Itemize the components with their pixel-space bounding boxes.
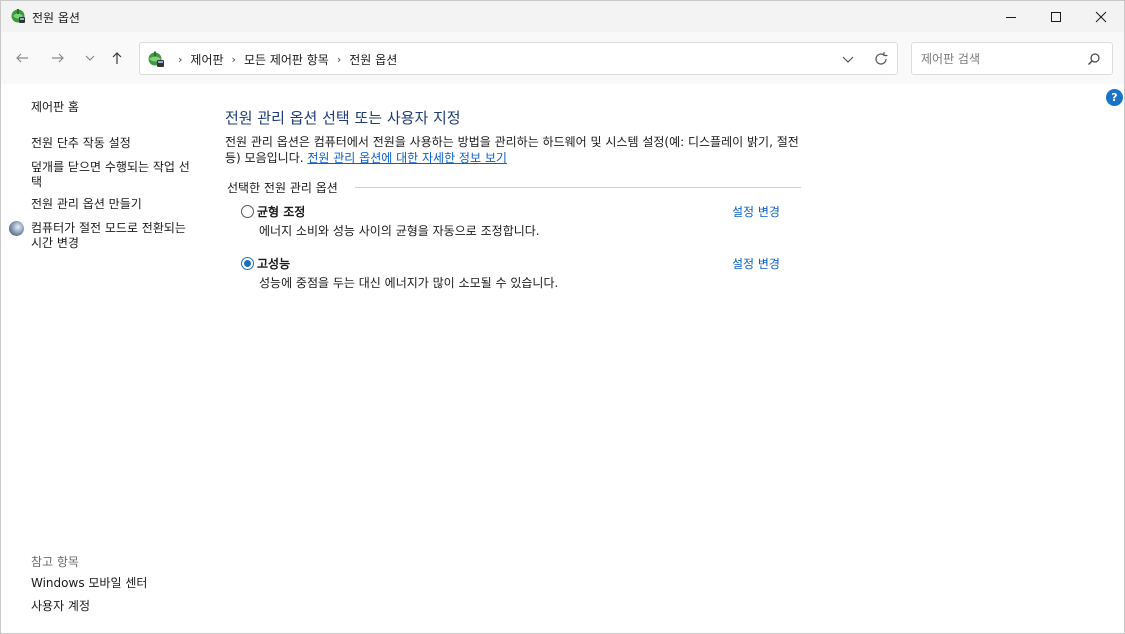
plan-name[interactable]: 고성능: [257, 255, 290, 272]
arrow-right-icon: [52, 53, 64, 63]
breadcrumb-item-control-panel[interactable]: 제어판: [190, 51, 223, 68]
search-icon[interactable]: [1087, 52, 1101, 66]
mobility-center-link[interactable]: Windows 모바일 센터: [31, 576, 147, 591]
power-options-icon: [11, 9, 25, 23]
breadcrumb-separator[interactable]: ›: [337, 53, 341, 66]
chevron-down-icon[interactable]: [840, 51, 856, 67]
minimize-button[interactable]: [988, 1, 1034, 32]
plan-description: 성능에 중점을 두는 대신 에너지가 많이 소모될 수 있습니다.: [259, 276, 559, 290]
plan-high-performance: 고성능 성능에 중점을 두는 대신 에너지가 많이 소모될 수 있습니다. 설정…: [239, 254, 799, 294]
learn-more-link[interactable]: 전원 관리 옵션에 대한 자세한 정보 보기: [307, 151, 507, 165]
arrow-left-icon: [16, 53, 28, 63]
close-button[interactable]: [1078, 1, 1124, 32]
section-divider: [355, 187, 801, 188]
title-bar: 전원 옵션: [1, 1, 1124, 32]
plan-name[interactable]: 균형 조정: [257, 203, 305, 220]
plan-high-performance-change-settings-link[interactable]: 설정 변경: [732, 255, 780, 272]
page-description: 전원 관리 옵션은 컴퓨터에서 전원을 사용하는 방법을 관리하는 하드웨어 및…: [225, 134, 805, 166]
plan-description: 에너지 소비와 성능 사이의 균형을 자동으로 조정합니다.: [259, 224, 540, 238]
power-button-settings-link[interactable]: 전원 단추 작동 설정: [31, 136, 131, 151]
page-title: 전원 관리 옵션 선택 또는 사용자 지정: [225, 109, 461, 127]
chevron-down-icon: [85, 55, 95, 61]
back-button[interactable]: [11, 47, 33, 69]
plan-balanced-radio[interactable]: [241, 205, 254, 218]
breadcrumb-separator: ›: [178, 53, 183, 66]
navigation-bar: › 제어판 › 모든 제어판 항목 › 전원 옵션: [1, 32, 1124, 84]
close-icon: [1095, 11, 1107, 22]
lid-close-action-link[interactable]: 덮개를 닫으면 수행되는 작업 선택: [31, 160, 196, 190]
sleep-moon-icon: [9, 221, 24, 236]
plan-balanced-change-settings-link[interactable]: 설정 변경: [732, 203, 780, 220]
breadcrumb-item-power-options[interactable]: 전원 옵션: [349, 51, 397, 68]
window-title: 전원 옵션: [32, 11, 80, 25]
address-bar[interactable]: › 제어판 › 모든 제어판 항목 › 전원 옵션: [139, 42, 898, 75]
selected-plan-section: 선택한 전원 관리 옵션: [227, 179, 801, 196]
recent-locations-button[interactable]: [79, 47, 101, 69]
help-icon[interactable]: ?: [1106, 89, 1123, 106]
control-panel-home-link[interactable]: 제어판 홈: [31, 100, 79, 115]
up-button[interactable]: [106, 47, 128, 69]
user-accounts-link[interactable]: 사용자 계정: [31, 599, 90, 614]
breadcrumb-separator[interactable]: ›: [232, 53, 236, 66]
search-box[interactable]: [911, 42, 1113, 75]
section-label: 선택한 전원 관리 옵션: [227, 179, 344, 196]
breadcrumb: › 제어판 › 모든 제어판 항목 › 전원 옵션: [170, 51, 397, 68]
maximize-button[interactable]: [1033, 1, 1079, 32]
minimize-icon: [1006, 16, 1016, 18]
breadcrumb-item-all-items[interactable]: 모든 제어판 항목: [244, 51, 329, 68]
plan-high-performance-radio[interactable]: [241, 257, 254, 270]
see-also-heading: 참고 항목: [31, 555, 79, 569]
plan-balanced: 균형 조정 에너지 소비와 성능 사이의 균형을 자동으로 조정합니다. 설정 …: [239, 202, 799, 242]
left-pane: 제어판 홈 전원 단추 작동 설정 덮개를 닫으면 수행되는 작업 선택 전원 …: [1, 84, 201, 633]
power-options-window: 전원 옵션 › 제어판 › 모든 제어판 항목 › 전원 옵션 제어판 검색 ?…: [0, 0, 1125, 634]
search-input[interactable]: [921, 50, 1081, 68]
create-power-plan-link[interactable]: 전원 관리 옵션 만들기: [31, 197, 142, 212]
control-panel-icon: [148, 51, 164, 67]
maximize-icon: [1051, 11, 1061, 22]
refresh-icon[interactable]: [873, 51, 889, 67]
forward-button[interactable]: [47, 47, 69, 69]
sleep-time-change-link[interactable]: 컴퓨터가 절전 모드로 전환되는 시간 변경: [31, 221, 196, 251]
arrow-up-icon: [112, 52, 122, 64]
